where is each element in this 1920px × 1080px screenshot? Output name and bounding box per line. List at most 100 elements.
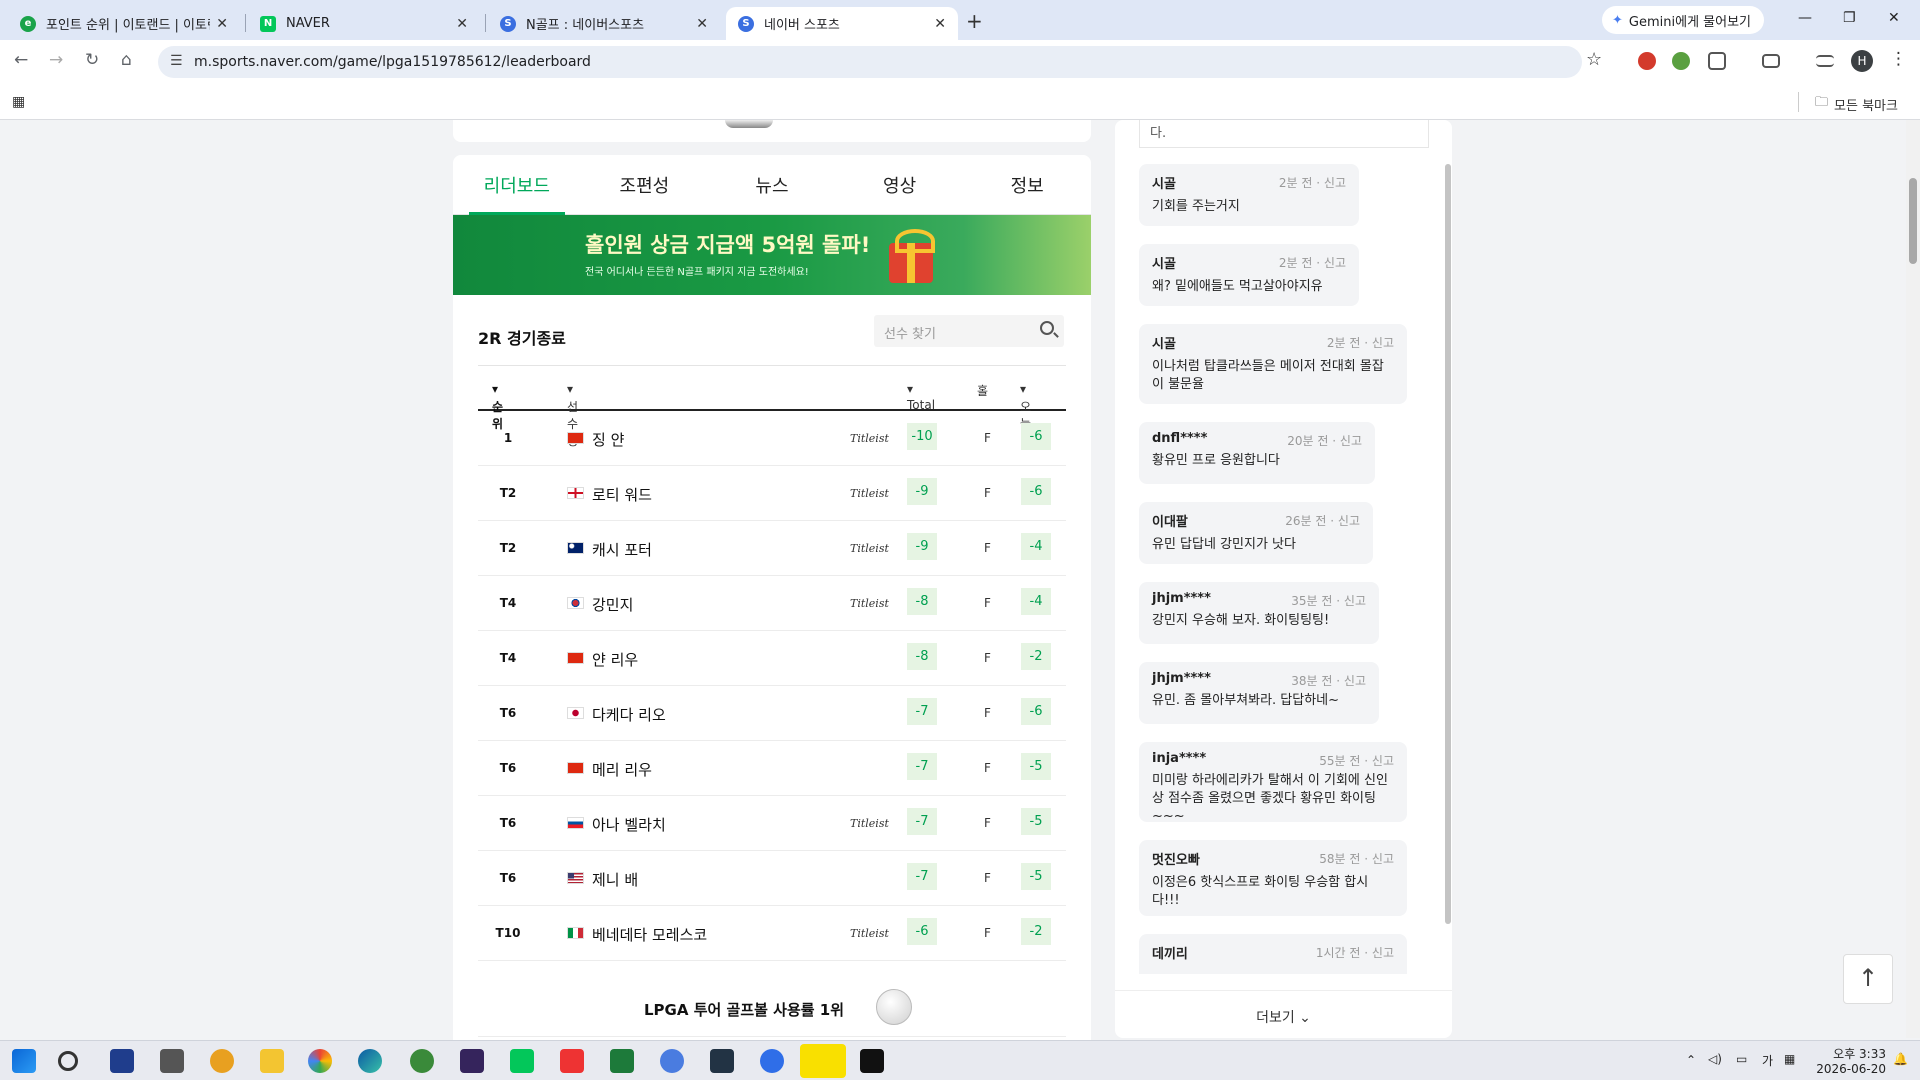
player-name[interactable]: 베네데타 모레스코 [592,924,707,945]
chrome-icon[interactable] [308,1049,332,1073]
player-name[interactable]: 메리 리우 [592,759,652,780]
close-icon[interactable]: ✕ [456,16,468,32]
browser-tab-4-active[interactable]: S 네이버 스포츠 ✕ [726,7,958,40]
report-link[interactable]: 신고 [1324,176,1346,190]
browser-tab-3[interactable]: S N골프 : 네이버스포츠 ✕ [488,7,720,40]
browser-tab-2[interactable]: N NAVER ✕ [248,7,480,40]
comment-scrollbar[interactable] [1445,164,1451,924]
report-link[interactable]: 신고 [1372,852,1394,866]
new-tab-plus-icon[interactable]: + [966,9,983,33]
back-arrow-icon[interactable]: ← [14,50,28,70]
player-name[interactable]: 강민지 [592,594,633,615]
profile-avatar[interactable]: H [1851,50,1873,72]
site-settings-icon[interactable]: ☰ [170,53,183,69]
forward-arrow-icon[interactable]: → [49,50,63,70]
more-comments-button[interactable]: 더보기 ⌄ [1115,990,1452,1038]
app-5-icon[interactable] [560,1049,584,1073]
tab-info[interactable]: 정보 [963,155,1091,214]
network-icon[interactable]: ▭ [1736,1052,1747,1066]
report-link[interactable]: 신고 [1372,946,1394,960]
player-name[interactable]: 캐시 포터 [592,539,652,560]
chrome-menu-icon[interactable]: ⋮ [1890,49,1907,69]
close-icon[interactable]: ✕ [696,16,708,32]
sort-rank-button[interactable]: 순위 ▾ [492,382,503,431]
table-row[interactable]: T6 제니 배 -7 F -5 [478,851,1066,906]
player-name[interactable]: 아나 벨라치 [592,814,666,835]
player-name[interactable]: 로티 워드 [592,484,652,505]
url-bar[interactable]: ☰ m.sports.naver.com/game/lpga1519785612… [158,46,1582,78]
file-explorer-icon[interactable] [260,1049,284,1073]
table-row[interactable]: 1 징 얀 Titleist -10 F -6 [478,411,1066,466]
table-row[interactable]: T4 얀 리우 -8 F -2 [478,631,1066,686]
table-row[interactable]: T2 로티 워드 Titleist -9 F -6 [478,466,1066,521]
report-link[interactable]: 신고 [1344,674,1366,688]
search-icon[interactable] [1040,321,1054,335]
app-9-icon[interactable] [860,1049,884,1073]
ime-indicator[interactable]: 가 [1762,1052,1773,1069]
report-link[interactable]: 신고 [1338,514,1360,528]
app-3-icon[interactable] [210,1049,234,1073]
comment-input-fragment[interactable]: 다. [1139,120,1429,148]
app-1-icon[interactable] [110,1049,134,1073]
table-row[interactable]: T4 강민지 Titleist -8 F -4 [478,576,1066,631]
sort-total-button[interactable]: Total ▾ [907,382,935,412]
player-name[interactable]: 징 얀 [592,429,624,450]
extensions-puzzle-icon[interactable] [1708,52,1726,70]
comment-scroll-thumb[interactable] [1445,164,1451,924]
player-name[interactable]: 얀 리우 [592,649,638,670]
tab-groupings[interactable]: 조편성 [581,155,709,214]
tab-news[interactable]: 뉴스 [708,155,836,214]
sort-player-button[interactable]: 선수명 ▾ [567,382,578,448]
clock[interactable]: 오후 3:33 2026-06-20 [1812,1045,1886,1076]
media-controls-icon[interactable] [1816,55,1834,67]
app-6-icon[interactable] [660,1049,684,1073]
close-icon[interactable]: ✕ [216,16,228,32]
scroll-to-top-button[interactable]: ↑ [1843,954,1893,1004]
tab-leaderboard[interactable]: 리더보드 [453,155,581,215]
app-2-icon[interactable] [160,1049,184,1073]
report-link[interactable]: 신고 [1340,434,1362,448]
notification-bell-icon[interactable]: 🔔 [1893,1052,1908,1066]
edge-icon[interactable] [358,1049,382,1073]
tab-search-icon[interactable] [1762,54,1780,68]
reload-icon[interactable]: ↻ [85,50,99,70]
report-link[interactable]: 신고 [1372,336,1394,350]
excel-icon[interactable] [610,1049,634,1073]
browser-tab-1[interactable]: e 포인트 순위 | 이토랜드 | 이토랜 ✕ [8,7,240,40]
search-icon[interactable] [58,1051,78,1071]
minimize-icon[interactable]: — [1798,10,1812,26]
home-icon[interactable]: ⌂ [121,50,132,70]
apps-grid-icon[interactable]: ▦ [12,94,25,110]
tab-video[interactable]: 영상 [836,155,964,214]
extension-1-icon[interactable] [1638,52,1656,70]
sort-today-button[interactable]: 오늘 ▾ [1020,382,1031,431]
app-4-icon[interactable] [460,1049,484,1073]
kakaotalk-icon[interactable] [800,1044,846,1078]
golfball-ad[interactable]: LPGA 투어 골프볼 사용률 1위 [478,977,1066,1037]
table-row[interactable]: T6 다케다 리오 -7 F -6 [478,686,1066,741]
app-7-icon[interactable] [710,1049,734,1073]
extension-2-icon[interactable] [1672,52,1690,70]
naver-app-icon[interactable] [510,1049,534,1073]
table-row[interactable]: T6 아나 벨라치 Titleist -7 F -5 [478,796,1066,851]
page-scroll-thumb[interactable] [1909,178,1917,264]
player-name[interactable]: 제니 배 [592,869,638,890]
ime-mode-icon[interactable]: ▦ [1784,1052,1795,1066]
report-link[interactable]: 신고 [1324,256,1346,270]
page-scrollbar[interactable] [1906,120,1920,1038]
app-globe-icon[interactable] [410,1049,434,1073]
table-row[interactable]: T6 메리 리우 -7 F -5 [478,741,1066,796]
table-row[interactable]: T10 베네데타 모레스코 Titleist -6 F -2 [478,906,1066,961]
window-close-icon[interactable]: ✕ [1888,10,1900,26]
restore-icon[interactable]: ❐ [1843,10,1856,26]
close-icon[interactable]: ✕ [934,16,946,32]
player-name[interactable]: 다케다 리오 [592,704,666,725]
speaker-icon[interactable]: ◁) [1708,1052,1722,1066]
windows-start-icon[interactable] [12,1049,36,1073]
app-8-icon[interactable] [760,1049,784,1073]
bookmark-star-icon[interactable]: ☆ [1586,49,1602,70]
report-link[interactable]: 신고 [1344,594,1366,608]
report-link[interactable]: 신고 [1372,754,1394,768]
tray-chevron-icon[interactable]: ⌃ [1686,1053,1696,1067]
all-bookmarks-button[interactable]: 🗀 모든 북마크 [1815,93,1898,115]
